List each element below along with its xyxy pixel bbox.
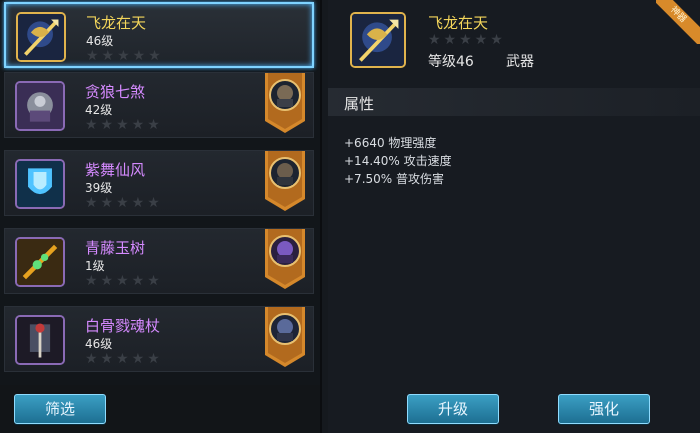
- equipment-item-0[interactable]: 飞龙在天 46级 ★★★★★: [4, 2, 314, 68]
- equipment-item-2[interactable]: 紫舞仙风 39级 ★★★★★: [4, 150, 314, 216]
- item-name: 贪狼七煞: [85, 83, 146, 101]
- attribute-line: +7.50% 普攻伤害: [344, 172, 444, 186]
- equipped-hero-avatar[interactable]: [263, 229, 307, 291]
- armored-beast-icon: [15, 81, 65, 131]
- attributes-title: 属性: [344, 95, 375, 113]
- upgrade-button[interactable]: 升级: [407, 394, 499, 424]
- item-name: 紫舞仙风: [85, 161, 146, 179]
- equipped-hero-avatar[interactable]: [263, 73, 307, 135]
- enhance-button[interactable]: 强化: [558, 394, 650, 424]
- item-name: 飞龙在天: [86, 14, 147, 32]
- item-level: 39级: [85, 181, 113, 195]
- weapon-spear-icon: [16, 12, 66, 62]
- item-stars: ★★★★★: [85, 351, 163, 367]
- equipment-item-1[interactable]: 贪狼七煞 42级 ★★★★★: [4, 72, 314, 138]
- item-name: 白骨戮魂杖: [85, 317, 161, 335]
- item-level: 1级: [85, 259, 105, 273]
- jade-staff-icon: [15, 237, 65, 287]
- equipment-item-4[interactable]: 白骨戮魂杖 46级 ★★★★★: [4, 306, 314, 372]
- filter-button[interactable]: 筛选: [14, 394, 106, 424]
- artifact-corner-tag: 神器: [656, 0, 700, 44]
- item-level: 46级: [86, 34, 114, 48]
- item-level: 46级: [85, 337, 113, 351]
- detail-item-name: 飞龙在天: [428, 14, 489, 32]
- item-stars: ★★★★★: [86, 48, 164, 64]
- attributes-header: 属性: [328, 88, 700, 116]
- crystal-shield-icon: [15, 159, 65, 209]
- equipped-hero-avatar[interactable]: [263, 151, 307, 213]
- corner-tag-label: 神器: [656, 0, 700, 44]
- detail-level: 等级46: [428, 54, 474, 70]
- attribute-line: +14.40% 攻击速度: [344, 154, 452, 168]
- item-level: 42级: [85, 103, 113, 117]
- equipment-item-3[interactable]: 青藤玉树 1级 ★★★★★: [4, 228, 314, 294]
- equipment-detail-panel: 神器 飞龙在天 ★★★★★ 等级46 武器 属性 +6640 物理强度 +14.…: [328, 0, 700, 433]
- detail-type: 武器: [506, 54, 534, 70]
- equipment-list-panel: 飞龙在天 46级 ★★★★★ 贪狼七煞 42级 ★★★★★ 紫舞仙风 39级 ★…: [0, 0, 322, 433]
- detail-stars: ★★★★★: [428, 32, 506, 48]
- item-name: 青藤玉树: [85, 239, 146, 257]
- attribute-line: +6640 物理强度: [344, 136, 437, 150]
- weapon-spear-icon: [350, 12, 406, 68]
- item-stars: ★★★★★: [85, 273, 163, 289]
- bone-scepter-icon: [15, 315, 65, 365]
- equipped-hero-avatar[interactable]: [263, 307, 307, 369]
- item-stars: ★★★★★: [85, 195, 163, 211]
- item-stars: ★★★★★: [85, 117, 163, 133]
